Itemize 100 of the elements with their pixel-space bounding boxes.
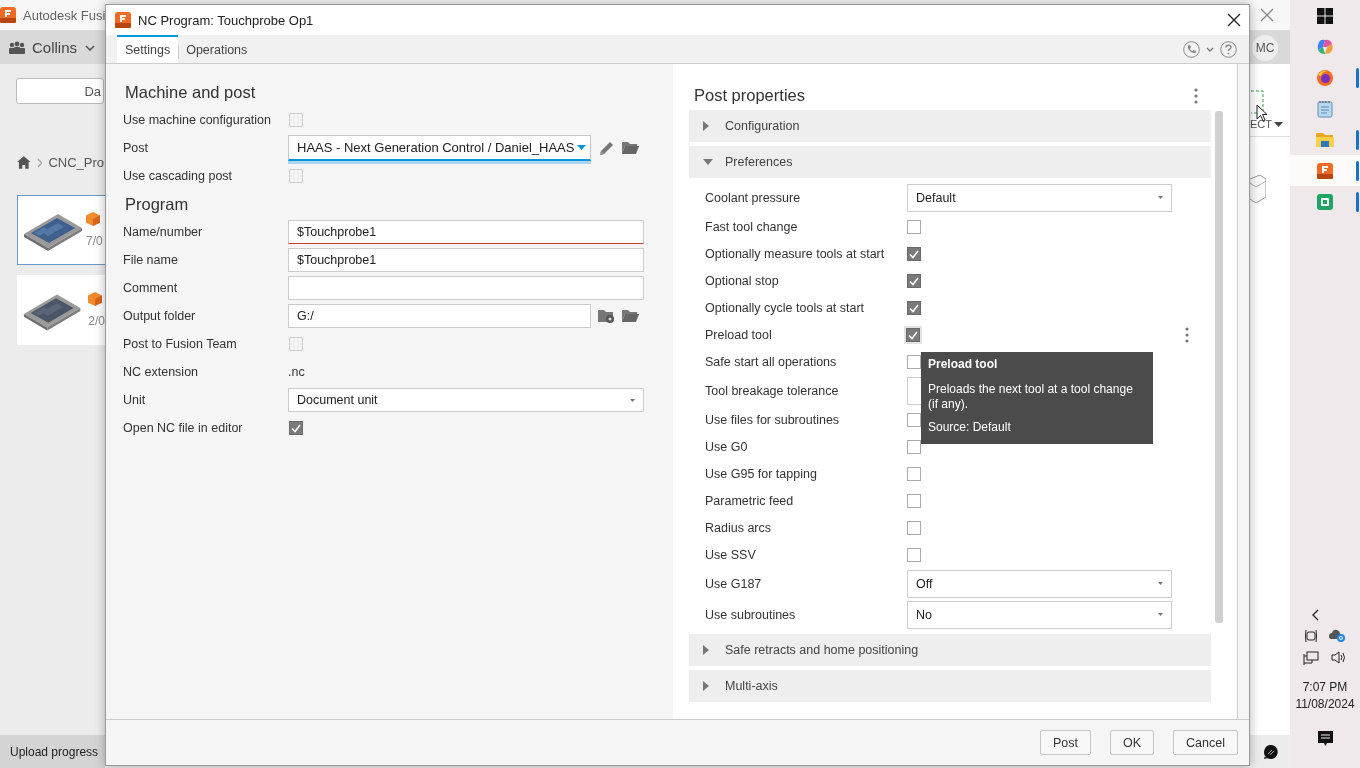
status-text: Upload progress: [10, 744, 99, 759]
checkbox[interactable]: [907, 412, 921, 427]
checkbox[interactable]: [907, 246, 921, 261]
section-heading: Program: [125, 193, 190, 215]
field-label: Open NC file in editor: [123, 421, 244, 435]
clock-time[interactable]: 7:07 PM: [1302, 680, 1348, 694]
field-label: Use cascading post: [123, 169, 234, 183]
checkbox[interactable]: [907, 466, 921, 481]
clock-date[interactable]: 11/08/2024: [1295, 697, 1355, 711]
dropdown[interactable]: Document unit: [288, 388, 644, 412]
tab[interactable]: Settings: [117, 35, 179, 63]
checkbox[interactable]: [907, 354, 921, 369]
section-header[interactable]: Safe retracts and home positioning: [689, 634, 1211, 666]
chevron-down-icon[interactable]: [1206, 46, 1214, 52]
file-card[interactable]: 2/0: [17, 275, 106, 345]
select-menu[interactable]: ECT: [1250, 118, 1272, 130]
tooltip-text: Preloads the next tool at a tool change (if any).: [928, 382, 1134, 413]
field-label: Post to Fusion Team: [123, 337, 238, 351]
collapsed-triangle-icon: [703, 645, 709, 655]
team-icon[interactable]: [8, 40, 26, 55]
folder-settings-icon[interactable]: [598, 309, 615, 323]
firefox-icon[interactable]: [1316, 68, 1334, 87]
input-field[interactable]: [288, 276, 644, 300]
dropdown[interactable]: HAAS - Next Generation Control / Daniel_HAAS: [288, 135, 591, 161]
close-icon[interactable]: [1227, 13, 1241, 27]
notification-icon[interactable]: [1317, 731, 1333, 747]
copilot-icon[interactable]: [1316, 37, 1334, 56]
home-icon[interactable]: [17, 156, 31, 169]
checkbox[interactable]: [907, 520, 921, 535]
folder-icon[interactable]: [1316, 132, 1334, 147]
user-avatar[interactable]: MC: [1252, 34, 1278, 61]
collapsed-triangle-icon: [703, 121, 709, 131]
field-label: Name/number: [123, 225, 204, 239]
property-label: Use G95 for tapping: [705, 466, 818, 481]
dropdown[interactable]: Off: [907, 569, 1172, 598]
chat-icon[interactable]: [1263, 743, 1279, 760]
phone-icon[interactable]: [1183, 40, 1200, 58]
more-options-icon[interactable]: [1185, 326, 1189, 343]
tooltip-source: Source: Default: [928, 420, 1012, 434]
cloud-sync-icon[interactable]: [1329, 629, 1345, 642]
checkbox[interactable]: [907, 219, 921, 234]
dropdown[interactable]: No: [907, 600, 1172, 629]
folder-icon[interactable]: [622, 141, 639, 155]
toolbar-button[interactable]: Da: [16, 78, 104, 104]
caret-icon: [1274, 121, 1283, 127]
file-card[interactable]: 7/0: [17, 195, 106, 265]
dialog-button[interactable]: Cancel: [1173, 730, 1238, 755]
property-label: Fast tool change: [705, 219, 799, 234]
chevron-right-icon: [36, 157, 43, 168]
field-label: Comment: [123, 281, 179, 295]
dropdown[interactable]: Default: [907, 183, 1172, 212]
checkbox[interactable]: [907, 273, 921, 288]
dialog-button[interactable]: OK: [1110, 730, 1155, 755]
pencil-icon[interactable]: [598, 139, 615, 157]
file-date: 2/0: [88, 314, 105, 328]
network-icon[interactable]: [1303, 651, 1319, 666]
more-options-icon[interactable]: [1194, 87, 1198, 104]
input-field[interactable]: $Touchprobe1: [288, 220, 644, 244]
tooltip-title: Preload tool: [928, 357, 999, 373]
notepad-icon[interactable]: [1317, 99, 1333, 118]
checkbox[interactable]: [907, 493, 921, 508]
file-date: 7/0: [86, 234, 103, 248]
checkbox[interactable]: [907, 300, 921, 315]
volume-icon[interactable]: [1331, 651, 1347, 664]
tab[interactable]: Operations: [178, 35, 256, 63]
spreadsheet-icon[interactable]: [1317, 193, 1333, 210]
chevron-left-icon[interactable]: [1311, 609, 1319, 621]
property-label: Optionally measure tools at start: [705, 246, 886, 261]
property-label: Coolant pressure: [705, 190, 802, 205]
input-field[interactable]: G:/: [288, 304, 591, 328]
dialog-title: NC Program: Touchprobe Op1: [138, 12, 315, 28]
view-cube-drawing[interactable]: [1250, 175, 1266, 205]
scrollbar[interactable]: [1215, 111, 1223, 623]
team-name[interactable]: Collins: [32, 39, 77, 56]
section-header[interactable]: Preferences: [689, 146, 1211, 178]
app-title: Autodesk Fusi: [23, 7, 106, 23]
section-header[interactable]: Multi-axis: [689, 670, 1211, 702]
property-label: Use SSV: [705, 547, 757, 562]
chevron-down-icon[interactable]: [85, 44, 95, 51]
folder-icon[interactable]: [622, 309, 639, 323]
windows-icon[interactable]: [1317, 7, 1333, 24]
section-header[interactable]: Configuration: [689, 110, 1211, 142]
field-label: File name: [123, 253, 179, 267]
checkbox[interactable]: [906, 327, 920, 342]
panel-title: Post properties: [694, 86, 805, 105]
help-icon[interactable]: [1220, 40, 1237, 58]
dialog-button[interactable]: Post: [1040, 730, 1091, 755]
camera-icon[interactable]: [1305, 629, 1317, 643]
caret-icon: [1158, 582, 1163, 585]
field-label: Post: [123, 141, 149, 155]
property-label: Parametric feed: [705, 493, 795, 508]
breadcrumb-link[interactable]: CNC_Pro: [48, 155, 104, 170]
checkbox[interactable]: [907, 439, 921, 454]
cursor-icon: [1256, 104, 1268, 122]
input-field[interactable]: $Touchprobe1: [288, 248, 644, 272]
checkbox[interactable]: [907, 547, 921, 562]
checkbox[interactable]: [289, 421, 303, 435]
selection-box-icon[interactable]: [1250, 90, 1264, 114]
caret-icon: [630, 398, 635, 402]
caret-icon: [577, 145, 586, 150]
